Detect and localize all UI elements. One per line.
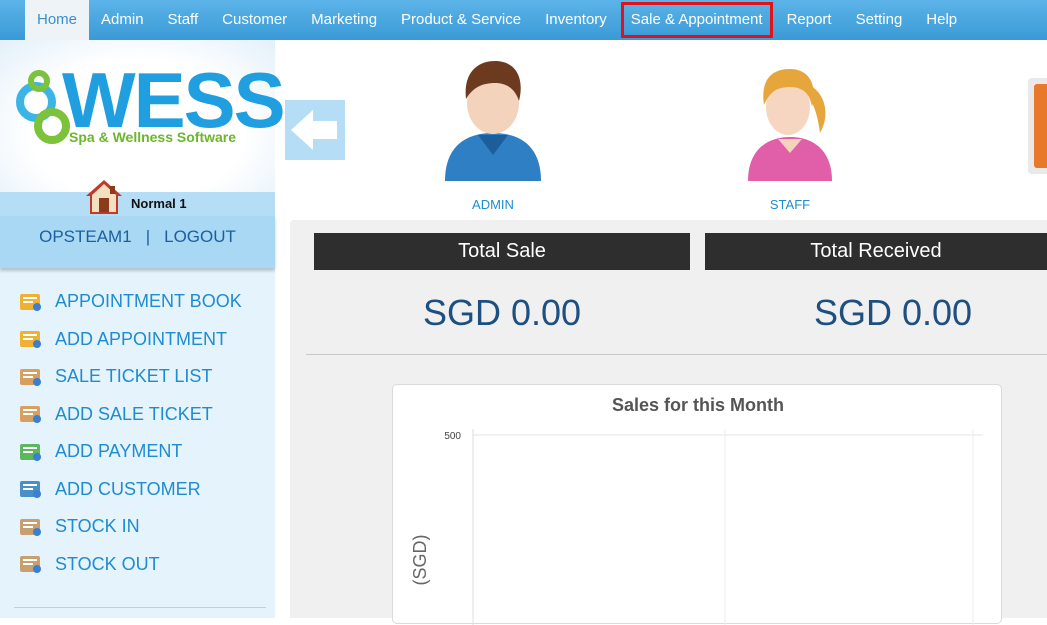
logout-link[interactable]: LOGOUT — [164, 227, 236, 247]
stock-out-icon — [18, 553, 44, 575]
admin-user-icon — [445, 61, 541, 181]
dashboard-panel: Total Sale Total Received SGD 0.00 SGD 0… — [290, 220, 1047, 625]
separator: | — [145, 227, 151, 246]
nav-item-marketing[interactable]: Marketing — [299, 0, 389, 40]
total-sale-header: Total Sale — [314, 233, 690, 270]
menu-item-label: ADD CUSTOMER — [55, 478, 201, 499]
logo-subtitle: Spa & Wellness Software — [69, 129, 237, 145]
menu-item-label: STOCK IN — [55, 516, 140, 537]
nav-item-setting[interactable]: Setting — [844, 0, 915, 40]
logo-text: WESS — [62, 56, 286, 144]
house-icon — [86, 180, 122, 214]
menu-item-label: APPOINTMENT BOOK — [55, 291, 242, 312]
menu-item-sale-ticket-list[interactable]: SALE TICKET LIST — [18, 358, 242, 396]
back-button[interactable] — [285, 100, 345, 160]
staff-user-icon — [748, 69, 832, 181]
y-axis-label: (SGD) — [410, 535, 430, 586]
nav-item-help[interactable]: Help — [914, 0, 969, 40]
menu-item-label: ADD APPOINTMENT — [55, 328, 228, 349]
menu-item-add-customer[interactable]: ADD CUSTOMER — [18, 471, 242, 509]
admin-avatar[interactable] — [433, 55, 553, 185]
add-sale-ticket-icon — [18, 403, 44, 425]
nav-item-inventory[interactable]: Inventory — [533, 0, 619, 40]
sidebar: WESS Spa & Wellness Software Normal 1 OP… — [0, 40, 286, 618]
logo-ring-icon — [28, 70, 50, 92]
staff-label[interactable]: STAFF — [730, 197, 850, 212]
nav-item-sale-appointment[interactable]: Sale & Appointment — [619, 0, 775, 40]
arrow-left-icon — [291, 110, 337, 150]
user-bar: OPSTEAM1 | LOGOUT — [0, 216, 275, 268]
menu-item-label: STOCK OUT — [55, 553, 160, 574]
menu-item-add-sale-ticket[interactable]: ADD SALE TICKET — [18, 396, 242, 434]
divider — [14, 607, 266, 608]
add-customer-icon — [18, 478, 44, 500]
sales-chart: Sales for this Month 500 (SGD) — [392, 384, 1002, 625]
menu-item-stock-in[interactable]: STOCK IN — [18, 508, 242, 546]
menu-item-label: ADD PAYMENT — [55, 441, 183, 462]
payment-icon — [18, 441, 44, 463]
top-navigation: Home Admin Staff Customer Marketing Product &… — [0, 0, 1047, 40]
nav-item-customer[interactable]: Customer — [210, 0, 299, 40]
nav-item-report[interactable]: Report — [775, 0, 844, 40]
logo[interactable]: WESS Spa & Wellness Software — [0, 40, 286, 192]
stock-in-icon — [18, 516, 44, 538]
nav-item-home[interactable]: Home — [25, 0, 90, 40]
menu-item-appointment-book[interactable]: APPOINTMENT BOOK — [18, 283, 242, 321]
menu-item-add-payment[interactable]: ADD PAYMENT — [18, 433, 242, 471]
sale-ticket-list-icon — [18, 366, 44, 388]
sidebar-menu: APPOINTMENT BOOK ADD APPOINTMENT SALE TICK… — [18, 283, 242, 583]
nav-item-product-service[interactable]: Product & Service — [389, 0, 533, 40]
menu-item-stock-out[interactable]: STOCK OUT — [18, 546, 242, 584]
total-received-value: SGD 0.00 — [813, 292, 973, 333]
menu-item-label: ADD SALE TICKET — [55, 403, 213, 424]
total-received-header: Total Received — [705, 233, 1047, 270]
chart-plot: 500 (SGD) — [410, 429, 983, 625]
inventory-shortcut-icon[interactable] — [1028, 78, 1047, 174]
menu-item-add-appointment[interactable]: ADD APPOINTMENT — [18, 321, 242, 359]
staff-avatar[interactable] — [730, 55, 850, 185]
add-appointment-icon — [18, 328, 44, 350]
nav-item-admin[interactable]: Admin — [89, 0, 156, 40]
appointment-book-icon — [18, 291, 44, 313]
username-link[interactable]: OPSTEAM1 — [39, 227, 132, 247]
nav-item-staff[interactable]: Staff — [156, 0, 211, 40]
menu-item-label: SALE TICKET LIST — [55, 366, 213, 387]
admin-label[interactable]: ADMIN — [433, 197, 553, 212]
y-tick-label: 500 — [444, 431, 461, 442]
total-sale-value: SGD 0.00 — [422, 292, 582, 333]
status-label: Normal 1 — [131, 196, 187, 211]
divider — [306, 354, 1047, 355]
